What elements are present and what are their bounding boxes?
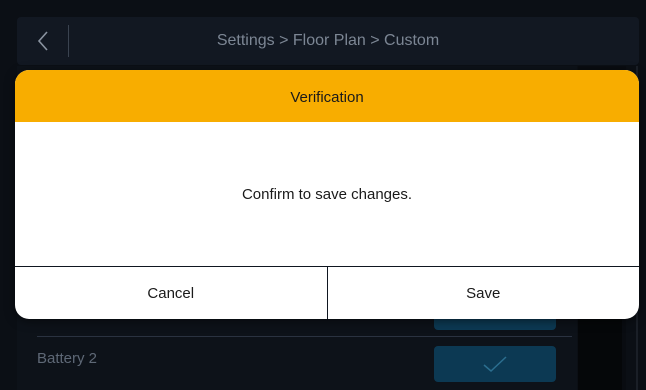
- back-button[interactable]: [17, 17, 69, 65]
- toggle-button-battery-2[interactable]: [434, 346, 556, 382]
- dialog-actions: Cancel Save: [15, 266, 639, 319]
- save-button[interactable]: Save: [328, 267, 640, 319]
- breadcrumb: Settings > Floor Plan > Custom: [216, 32, 440, 49]
- chevron-left-icon: [37, 31, 48, 51]
- checkmark-icon: [483, 356, 507, 373]
- dialog-title: Verification: [15, 70, 639, 122]
- dialog-message: Confirm to save changes.: [241, 186, 413, 203]
- screen: Settings > Floor Plan > Custom Battery 2…: [0, 0, 646, 390]
- verification-dialog: Verification Confirm to save changes. Ca…: [15, 70, 639, 319]
- top-bar: Settings > Floor Plan > Custom: [17, 17, 639, 65]
- cancel-button[interactable]: Cancel: [15, 267, 328, 319]
- row-label-battery-2: Battery 2: [37, 350, 98, 367]
- row-divider: [37, 336, 572, 337]
